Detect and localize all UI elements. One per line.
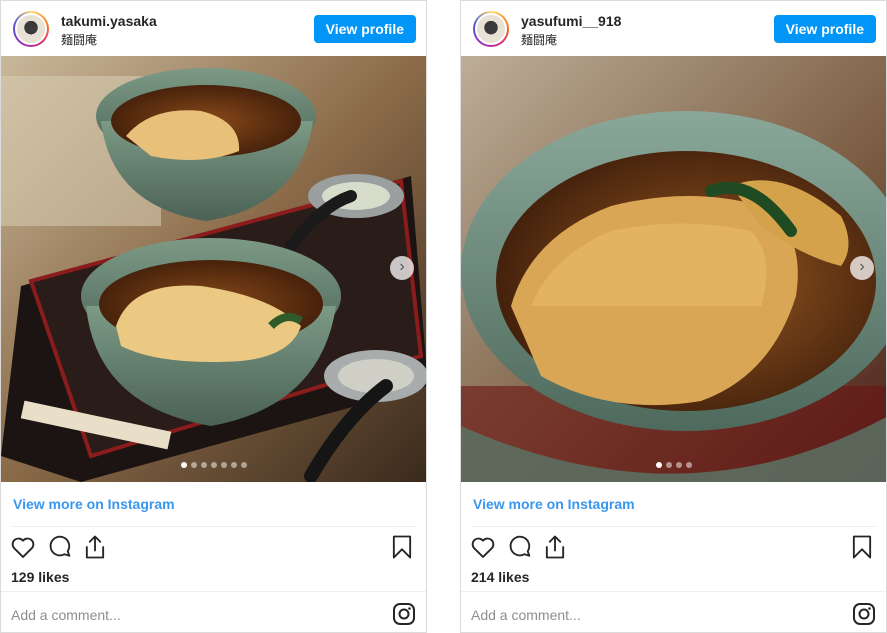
comment-input[interactable]: Add a comment...: [471, 607, 581, 623]
instagram-embed-post: takumi.yasaka 麺闘庵 View profile › View mo…: [0, 0, 427, 633]
post-photo[interactable]: ›: [461, 56, 886, 482]
action-bar: [1, 533, 426, 563]
heart-icon[interactable]: [469, 533, 497, 561]
post-photo[interactable]: ›: [1, 56, 426, 482]
carousel-dot: [675, 462, 682, 468]
carousel-dot: [230, 462, 237, 468]
carousel-dot: [220, 462, 227, 468]
action-bar: [461, 533, 886, 563]
carousel-indicator: [1, 462, 426, 468]
location[interactable]: 麺闘庵: [61, 31, 97, 48]
likes-count[interactable]: 214 likes: [471, 569, 529, 585]
carousel-dot: [240, 462, 247, 468]
divider: [471, 526, 876, 527]
share-icon[interactable]: [81, 533, 109, 561]
username[interactable]: takumi.yasaka: [61, 13, 157, 29]
post-header: yasufumi__918 麺闘庵 View profile: [461, 1, 886, 56]
carousel-indicator: [461, 462, 886, 468]
instagram-icon[interactable]: [852, 602, 876, 626]
carousel-dot: [685, 462, 692, 468]
view-profile-button[interactable]: View profile: [313, 15, 416, 43]
chevron-right-icon[interactable]: ›: [850, 256, 874, 280]
carousel-dot: [210, 462, 217, 468]
share-icon[interactable]: [541, 533, 569, 561]
chevron-right-icon[interactable]: ›: [390, 256, 414, 280]
heart-icon[interactable]: [9, 533, 37, 561]
likes-count[interactable]: 129 likes: [11, 569, 69, 585]
instagram-icon[interactable]: [392, 602, 416, 626]
avatar[interactable]: [13, 11, 49, 47]
carousel-dot: [180, 462, 187, 468]
instagram-embed-post: yasufumi__918 麺闘庵 View profile › View mo…: [460, 0, 887, 633]
comment-icon[interactable]: [46, 533, 74, 561]
carousel-dot: [655, 462, 662, 468]
carousel-dot: [190, 462, 197, 468]
avatar[interactable]: [473, 11, 509, 47]
comment-input[interactable]: Add a comment...: [11, 607, 121, 623]
divider: [11, 526, 416, 527]
carousel-dot: [665, 462, 672, 468]
post-header: takumi.yasaka 麺闘庵 View profile: [1, 1, 426, 56]
divider: [1, 591, 426, 592]
carousel-dot: [200, 462, 207, 468]
udon-photo-image: [1, 56, 426, 482]
bookmark-icon[interactable]: [848, 533, 876, 561]
udon-photo-image: [461, 56, 886, 482]
location[interactable]: 麺闘庵: [521, 31, 557, 48]
view-profile-button[interactable]: View profile: [773, 15, 876, 43]
comment-icon[interactable]: [506, 533, 534, 561]
username[interactable]: yasufumi__918: [521, 13, 621, 29]
view-more-link[interactable]: View more on Instagram: [473, 496, 635, 512]
bookmark-icon[interactable]: [388, 533, 416, 561]
divider: [461, 591, 886, 592]
view-more-link[interactable]: View more on Instagram: [13, 496, 175, 512]
